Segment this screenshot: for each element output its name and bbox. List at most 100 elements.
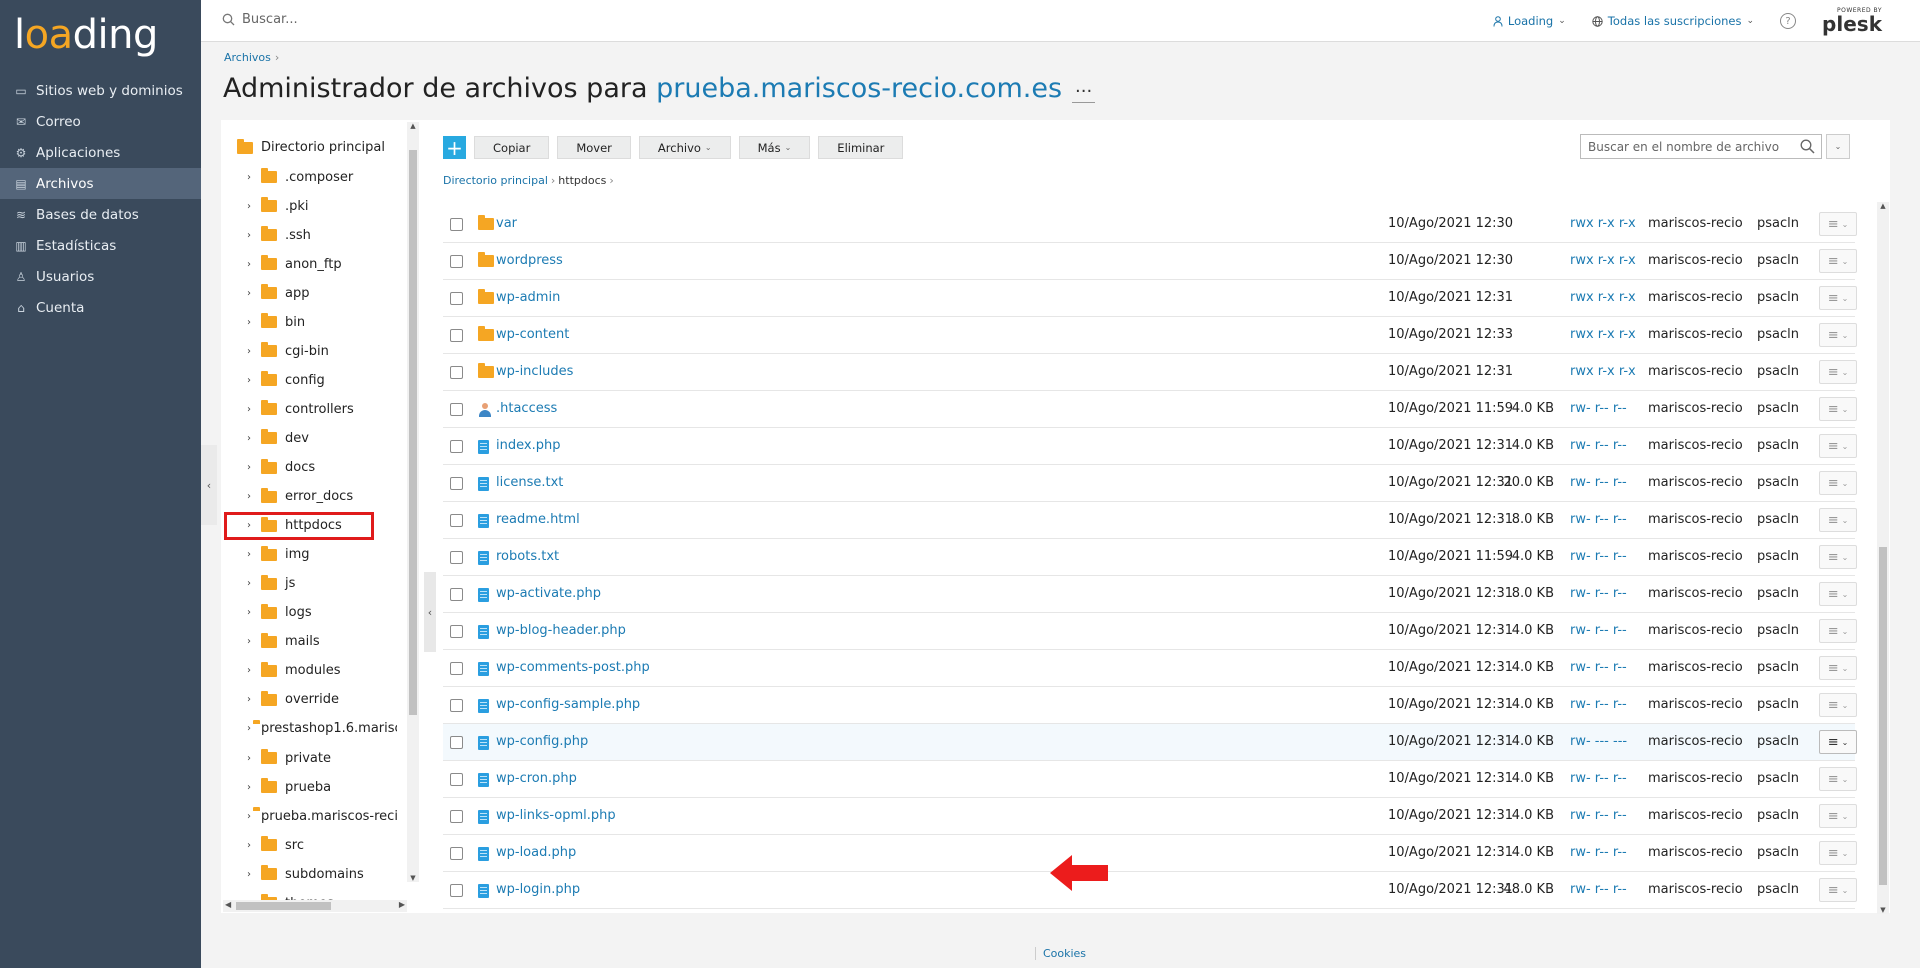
row-menu-button[interactable]: ≡ ⌄ (1819, 508, 1857, 532)
row-menu-button[interactable]: ≡ ⌄ (1819, 249, 1857, 273)
chevron-right-icon[interactable]: › (247, 375, 259, 386)
tree-item[interactable]: › .ssh (247, 224, 397, 246)
domain-link[interactable]: prueba.mariscos-recio.com.es (656, 73, 1062, 104)
more-options-button[interactable]: ··· (1072, 81, 1096, 103)
row-menu-button[interactable]: ≡ ⌄ (1819, 471, 1857, 495)
scroll-down-icon[interactable]: ▼ (1877, 906, 1889, 914)
table-row[interactable]: wp-admin 10/Ago/2021 12:31 rwx r-x r-x mari… (443, 280, 1857, 317)
chevron-right-icon[interactable]: › (247, 869, 259, 880)
sidebar-item-bases-de-datos[interactable]: ≋ Bases de datos (0, 199, 201, 230)
chevron-right-icon[interactable]: › (247, 723, 251, 734)
tree-item[interactable]: › prueba.mariscos-recio (247, 805, 397, 827)
tree-root[interactable]: Directorio principal (237, 138, 385, 155)
tree-scrollbar-vertical[interactable]: ▲ ▼ (407, 122, 419, 882)
chevron-right-icon[interactable]: › (247, 607, 259, 618)
file-permissions[interactable]: rwx r-x r-x (1570, 253, 1636, 268)
tree-item[interactable]: › js (247, 573, 397, 595)
chevron-right-icon[interactable]: › (247, 288, 259, 299)
tree-item[interactable]: › logs (247, 602, 397, 624)
sidebar-item-aplicaciones[interactable]: ⚙ Aplicaciones (0, 137, 201, 168)
chevron-right-icon[interactable]: › (247, 694, 259, 705)
sidebar-item-usuarios[interactable]: ♙ Usuarios (0, 261, 201, 292)
search-options-dropdown[interactable]: ⌄ (1826, 134, 1850, 159)
sidebar-item-estadísticas[interactable]: ▥ Estadísticas (0, 230, 201, 261)
chevron-right-icon[interactable]: › (247, 404, 259, 415)
row-menu-button[interactable]: ≡ ⌄ (1819, 730, 1857, 754)
tree-item[interactable]: › controllers (247, 398, 397, 420)
table-row[interactable]: wp-comments-post.php 10/Ago/2021 12:31 4.0… (443, 650, 1857, 687)
file-permissions[interactable]: rw- r-- r-- (1570, 549, 1627, 564)
copy-button[interactable]: Copiar (474, 136, 550, 159)
tree-item[interactable]: › error_docs (247, 486, 397, 508)
search-icon[interactable] (1800, 139, 1815, 154)
tree-item[interactable]: › mails (247, 631, 397, 653)
row-checkbox[interactable] (450, 366, 463, 379)
help-icon[interactable]: ? (1780, 13, 1797, 29)
file-name[interactable]: var (496, 216, 517, 231)
chevron-right-icon[interactable]: › (247, 782, 259, 793)
tree-item[interactable]: › prestashop1.6.mariscos (247, 718, 397, 740)
scroll-right-icon[interactable]: ▶ (399, 900, 405, 909)
archive-button[interactable]: Archivo ⌄ (638, 136, 731, 159)
file-permissions[interactable]: rw- r-- r-- (1570, 512, 1627, 527)
file-permissions[interactable]: rwx r-x r-x (1570, 290, 1636, 305)
file-permissions[interactable]: rw- r-- r-- (1570, 401, 1627, 416)
row-checkbox[interactable] (450, 292, 463, 305)
file-table-scrollbar[interactable]: ▲ ▼ (1877, 202, 1889, 914)
chevron-right-icon[interactable]: › (247, 317, 259, 328)
file-permissions[interactable]: rw- r-- r-- (1570, 808, 1627, 823)
row-menu-button[interactable]: ≡ ⌄ (1819, 582, 1857, 606)
tree-item[interactable]: › httpdocs (224, 511, 374, 540)
tree-item[interactable]: › prueba (247, 776, 397, 798)
chevron-right-icon[interactable]: › (247, 636, 259, 647)
file-permissions[interactable]: rwx r-x r-x (1570, 364, 1636, 379)
row-menu-button[interactable]: ≡ ⌄ (1819, 286, 1857, 310)
file-permissions[interactable]: rw- r-- r-- (1570, 438, 1627, 453)
scrollbar-thumb[interactable] (1879, 547, 1887, 885)
file-search-input[interactable]: Buscar en el nombre de archivo (1580, 134, 1822, 159)
row-menu-button[interactable]: ≡ ⌄ (1819, 841, 1857, 865)
tree-item[interactable]: › src (247, 834, 397, 856)
tree-item[interactable]: › private (247, 747, 397, 769)
file-permissions[interactable]: rwx r-x r-x (1570, 327, 1636, 342)
row-menu-button[interactable]: ≡ ⌄ (1819, 656, 1857, 680)
row-menu-button[interactable]: ≡ ⌄ (1819, 693, 1857, 717)
breadcrumb-archivos[interactable]: Archivos (224, 51, 271, 64)
chevron-right-icon[interactable]: › (247, 578, 259, 589)
row-menu-button[interactable]: ≡ ⌄ (1819, 434, 1857, 458)
row-menu-button[interactable]: ≡ ⌄ (1819, 767, 1857, 791)
tree-item[interactable]: › config (247, 369, 397, 391)
table-row[interactable]: readme.html 10/Ago/2021 12:31 8.0 KB rw- r-… (443, 502, 1857, 539)
tree-item[interactable]: › docs (247, 457, 397, 479)
sidebar-item-archivos[interactable]: ▤ Archivos (0, 168, 201, 199)
collapse-tree-button[interactable]: ‹ (424, 572, 436, 652)
chevron-right-icon[interactable]: › (247, 549, 259, 560)
chevron-right-icon[interactable]: › (247, 811, 251, 822)
table-row[interactable]: .htaccess 10/Ago/2021 11:59 4.0 KB rw- r-- … (443, 391, 1857, 428)
file-permissions[interactable]: rwx r-x r-x (1570, 216, 1636, 231)
table-row[interactable]: wp-content 10/Ago/2021 12:33 rwx r-x r-x ma… (443, 317, 1857, 354)
table-row[interactable]: wp-activate.php 10/Ago/2021 12:31 8.0 KB rw… (443, 576, 1857, 613)
chevron-right-icon[interactable]: › (247, 462, 259, 473)
tree-item[interactable]: › anon_ftp (247, 253, 397, 275)
chevron-right-icon[interactable]: › (247, 753, 259, 764)
chevron-right-icon[interactable]: › (247, 230, 259, 241)
collapse-sidebar-button[interactable]: ‹ (201, 445, 217, 525)
sidebar-item-cuenta[interactable]: ⌂ Cuenta (0, 292, 201, 323)
path-root[interactable]: Directorio principal (443, 174, 548, 187)
row-checkbox[interactable] (450, 218, 463, 231)
file-name[interactable]: wp-admin (496, 290, 560, 305)
scrollbar-thumb[interactable] (409, 150, 417, 715)
table-row[interactable]: license.txt 10/Ago/2021 12:31 20.0 KB rw- r… (443, 465, 1857, 502)
chevron-right-icon[interactable]: › (247, 433, 259, 444)
chevron-right-icon[interactable]: › (247, 491, 259, 502)
scroll-up-icon[interactable]: ▲ (407, 122, 419, 130)
table-row[interactable]: index.php 10/Ago/2021 12:31 4.0 KB rw- r-- … (443, 428, 1857, 465)
tree-item[interactable]: › app (247, 282, 397, 304)
file-permissions[interactable]: rw- r-- r-- (1570, 882, 1627, 897)
table-row[interactable]: wp-cron.php 10/Ago/2021 12:31 4.0 KB rw- r-… (443, 761, 1857, 798)
row-menu-button[interactable]: ≡ ⌄ (1819, 323, 1857, 347)
row-menu-button[interactable]: ≡ ⌄ (1819, 397, 1857, 421)
scroll-down-icon[interactable]: ▼ (407, 874, 419, 882)
chevron-right-icon[interactable]: › (247, 172, 259, 183)
